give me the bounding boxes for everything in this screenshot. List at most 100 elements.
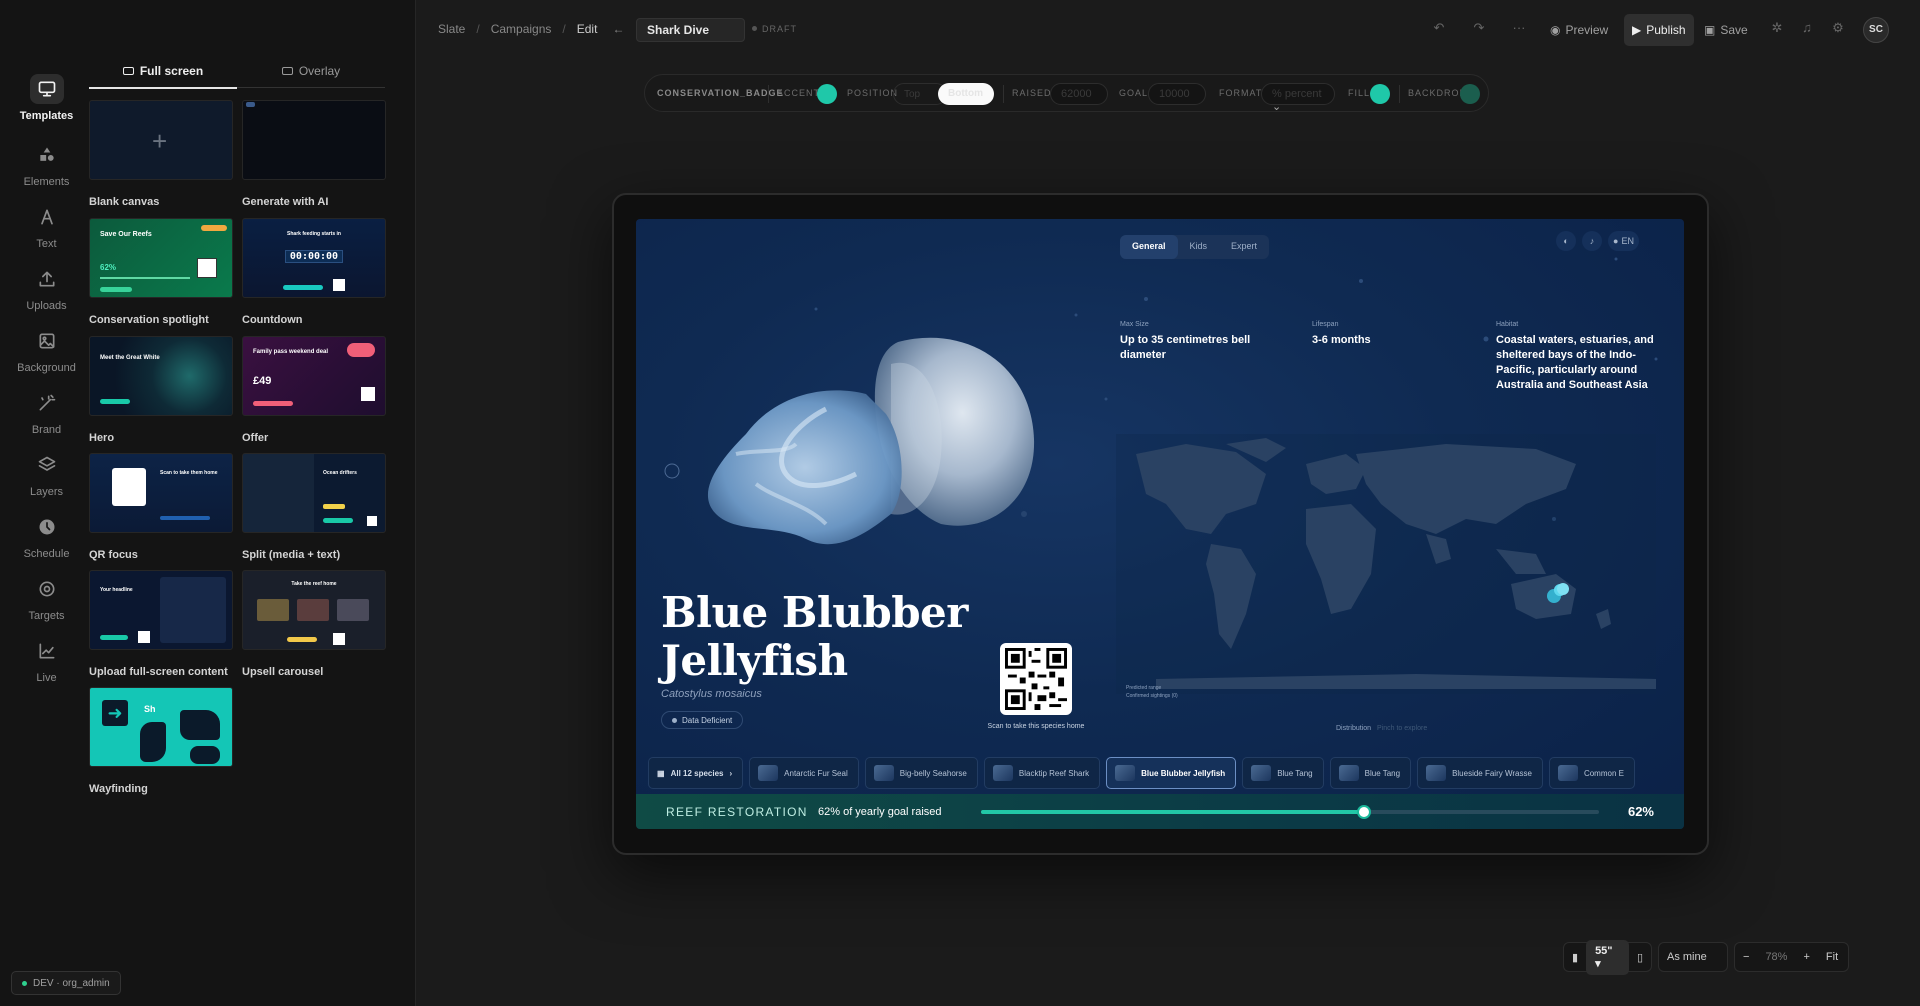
template-qr-focus[interactable]: Scan to take them home QR focus (89, 453, 233, 561)
template-generate-ai[interactable]: Generate with AI (242, 100, 386, 208)
screen-size-select[interactable]: 55" ▾ (1586, 939, 1629, 975)
goal-progress-knob[interactable] (1357, 805, 1372, 819)
crumb-separator: / (562, 22, 566, 36)
species-chip[interactable]: Blueside Fairy Wrasse (1417, 757, 1543, 789)
qr-code (367, 516, 377, 526)
rail-brand[interactable]: Brand (0, 388, 93, 446)
fill-color-swatch[interactable] (1370, 84, 1390, 104)
rail-targets[interactable]: Targets (0, 574, 93, 632)
species-thumbnail (1557, 765, 1578, 781)
template-name: Countdown (242, 314, 303, 326)
template-conservation-spotlight[interactable]: Save Our Reefs 62% Conservation spotligh… (89, 218, 233, 326)
conservation-goal-banner[interactable]: REEF RESTORATION 62% of yearly goal rais… (636, 794, 1684, 829)
tab-general[interactable]: General (1120, 235, 1178, 259)
position-bottom-option[interactable]: Bottom (938, 83, 994, 105)
format-select[interactable]: % percent ⌄ (1261, 83, 1335, 113)
tab-overlay[interactable]: Overlay (237, 64, 385, 78)
all-species-button[interactable]: ▦ All 12 species › (648, 757, 744, 789)
tab-kids[interactable]: Kids (1178, 235, 1220, 259)
qr-code[interactable] (1000, 643, 1072, 715)
backdrop-color-swatch[interactable] (1460, 84, 1480, 104)
zoom-in-button[interactable]: + (1795, 951, 1817, 963)
crumb-slate[interactable]: Slate (438, 22, 465, 36)
thumb-button (253, 401, 293, 406)
rail-background[interactable]: Background (0, 326, 93, 384)
species-chip[interactable]: Blue Tang (1242, 757, 1324, 789)
zoom-fit-button[interactable]: Fit (1818, 951, 1846, 963)
screen-canvas[interactable]: General Kids Expert ◐ ♪ ● EN Max Size Up … (636, 219, 1684, 829)
zoom-out-button[interactable]: − (1735, 951, 1757, 963)
rail-layers[interactable]: Layers (0, 450, 93, 508)
gear-icon[interactable]: ⚙ (1829, 20, 1847, 38)
template-name: Upsell carousel (242, 666, 324, 678)
template-thumbnail: + (89, 100, 233, 180)
contrast-icon[interactable]: ◐ (1556, 231, 1576, 251)
qr-code (361, 387, 375, 401)
accent-color-swatch[interactable] (817, 84, 837, 104)
species-chip[interactable]: Big-belly Seahorse (864, 757, 978, 789)
as-mine-button[interactable]: As mine (1659, 951, 1715, 963)
rail-schedule[interactable]: Schedule (0, 512, 93, 570)
template-wayfinding[interactable]: ➜ Sh Wayfinding (89, 687, 233, 795)
tab-full-screen[interactable]: Full screen (89, 64, 237, 89)
preview-button[interactable]: ◉ Preview (1542, 14, 1616, 46)
audience-mode-tabs: General Kids Expert (1120, 235, 1270, 259)
template-upload-full-screen[interactable]: Your headline Upload full-screen content (89, 570, 233, 678)
jellyfish-illustration (707, 337, 1035, 545)
rail-live[interactable]: Live (0, 636, 93, 694)
backdrop-label: BACKDROP (1408, 88, 1467, 98)
template-split[interactable]: Ocean drifters Split (media + text) (242, 453, 386, 561)
goal-input[interactable]: 10000 (1148, 83, 1206, 105)
thumb-button (100, 399, 130, 404)
bell-icon[interactable]: ♫ (1798, 20, 1816, 38)
undo-icon[interactable]: ↶ (1430, 20, 1448, 38)
raised-input[interactable]: 62000 (1050, 83, 1108, 105)
qr-code (197, 258, 217, 278)
species-chip[interactable]: Blue Tang (1329, 757, 1412, 789)
language-button[interactable]: ● EN (1608, 231, 1639, 251)
thumb-title: Family pass weekend deal (253, 349, 329, 355)
zoom-level[interactable]: 78% (1757, 951, 1795, 963)
template-upsell-carousel[interactable]: Take the reef home Upsell carousel (242, 570, 386, 678)
template-offer[interactable]: Family pass weekend deal £49 Offer (242, 336, 386, 444)
species-thumbnail (1115, 765, 1136, 781)
species-label: Common E (1583, 768, 1624, 778)
species-chip[interactable]: Blacktip Reef Shark (983, 757, 1101, 789)
thumb-badge (347, 343, 375, 357)
grid-icon: ▦ (657, 768, 665, 778)
crumb-campaigns[interactable]: Campaigns (491, 22, 552, 36)
rail-uploads[interactable]: Uploads (0, 264, 93, 322)
avatar[interactable]: SC (1863, 17, 1889, 43)
species-chip-active[interactable]: Blue Blubber Jellyfish (1106, 757, 1237, 789)
template-name: Upload full-screen content (89, 666, 228, 678)
more-icon[interactable]: ··· (1510, 20, 1528, 38)
thumb-button (323, 518, 353, 523)
rail-elements[interactable]: Elements (0, 140, 93, 198)
overlay-icon (281, 67, 293, 75)
redo-icon[interactable]: ↷ (1470, 20, 1488, 38)
fact-label: Habitat (1496, 321, 1519, 328)
crumb-edit[interactable]: Edit (577, 22, 598, 36)
template-hero[interactable]: Meet the Great White Hero (89, 336, 233, 444)
species-chip[interactable]: Common E (1548, 757, 1635, 789)
publish-button[interactable]: ▶ Publish (1624, 14, 1694, 46)
campaign-title-input[interactable]: Shark Dive (636, 18, 745, 42)
species-chip[interactable]: Antarctic Fur Seal (749, 757, 859, 789)
save-button[interactable]: ▣ Save (1696, 14, 1756, 46)
tab-expert[interactable]: Expert (1219, 235, 1269, 259)
device-phone-icon[interactable]: ▯ (1629, 951, 1651, 964)
template-countdown[interactable]: Shark feeding starts in 00:00:00 Countdo… (242, 218, 386, 326)
bug-icon[interactable]: ✲ (1768, 20, 1786, 38)
distribution-map[interactable] (1116, 434, 1656, 694)
template-blank-canvas[interactable]: + Blank canvas (89, 100, 233, 208)
rail-text[interactable]: Text (0, 202, 93, 260)
goal-progress-track (981, 805, 1599, 819)
device-tablet-icon[interactable]: ▮ (1564, 951, 1586, 964)
thumb-title: Your headline (100, 587, 133, 593)
rail-label: Brand (31, 424, 62, 436)
thumb-title: Save Our Reefs (100, 231, 152, 238)
back-arrow-icon[interactable]: ← (612, 22, 624, 36)
sound-icon[interactable]: ♪ (1582, 231, 1602, 251)
rail-templates[interactable]: Templates (0, 74, 93, 132)
fact-label: Max Size (1120, 321, 1149, 328)
